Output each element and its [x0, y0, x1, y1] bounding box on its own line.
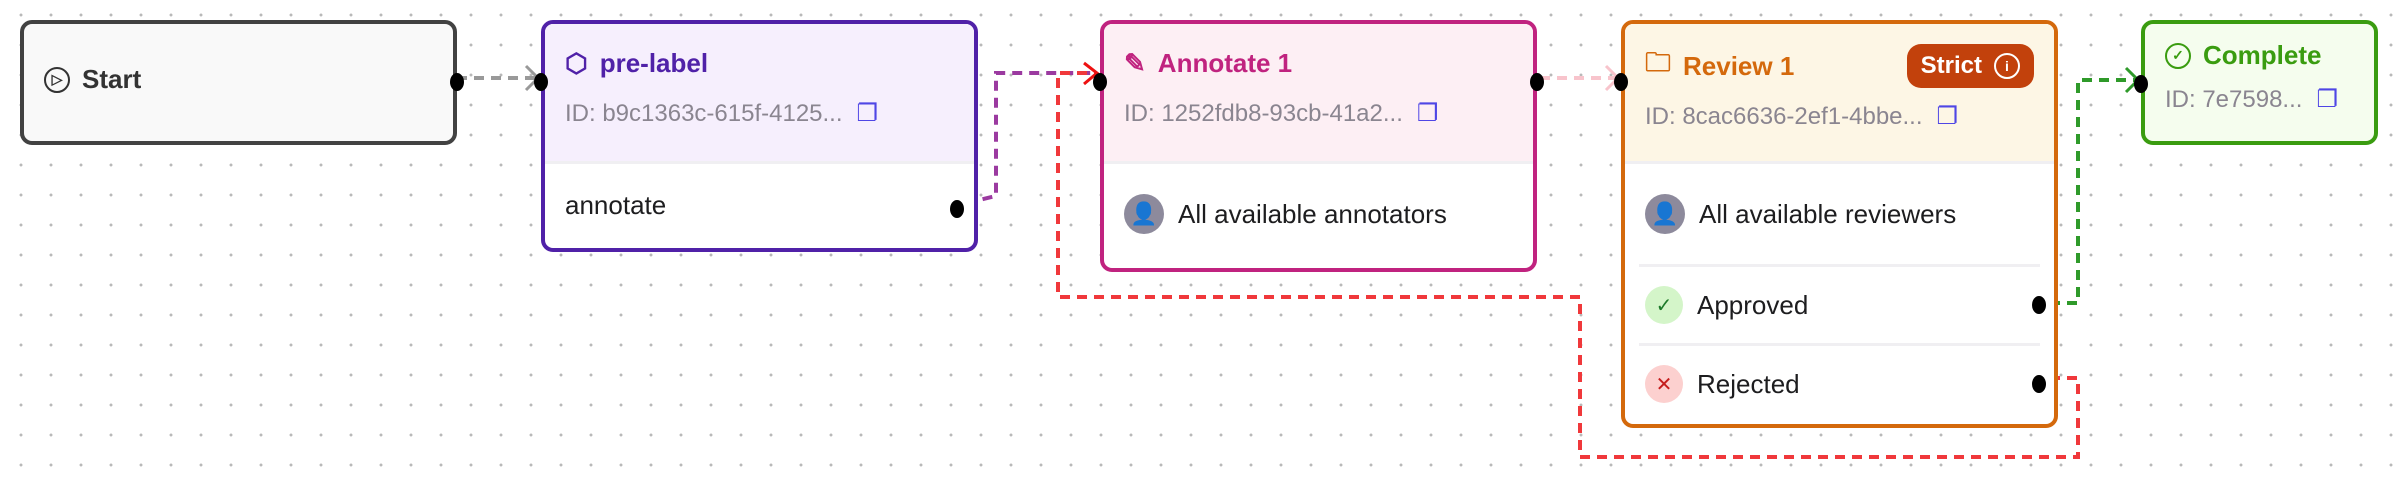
badge-label: Strict	[1920, 52, 1982, 79]
node-id: ID: b9c1363c-615f-4125...	[565, 99, 843, 127]
x-circle-icon: ✕	[1645, 365, 1683, 403]
input-handle[interactable]	[534, 73, 548, 91]
copy-icon[interactable]: ❐	[2316, 85, 2338, 114]
output-handle-approved[interactable]	[2032, 296, 2046, 314]
input-handle[interactable]	[2134, 75, 2148, 93]
copy-icon[interactable]: ❐	[1417, 99, 1439, 128]
assignee-label: All available annotators	[1178, 198, 1447, 229]
node-title: Complete	[2203, 40, 2322, 70]
node-title: Annotate 1	[1157, 48, 1293, 78]
copy-icon[interactable]: ❐	[857, 99, 879, 128]
folder-icon: 🗀	[1645, 47, 1672, 77]
node-title: Review 1	[1683, 50, 1795, 81]
input-handle[interactable]	[1093, 73, 1107, 91]
users-icon: 👤	[1645, 194, 1685, 234]
edge-approved-complete	[2050, 78, 2137, 305]
output-handle[interactable]	[450, 73, 464, 91]
play-circle-icon: ▷	[44, 66, 70, 93]
cube-icon: ⬡	[565, 48, 588, 78]
node-id: ID: 7e7598...	[2165, 85, 2303, 113]
output-handle-rejected[interactable]	[2032, 375, 2046, 393]
prelabel-node[interactable]: ⬡ pre-label ID: b9c1363c-615f-4125... ❐ an…	[534, 20, 978, 252]
edit-icon: ✎	[1124, 48, 1146, 78]
approved-label: Approved	[1697, 289, 1809, 320]
complete-node[interactable]: ✓ Complete ID: 7e7598... ❐	[2134, 20, 2378, 145]
check-circle-icon: ✓	[2165, 42, 2191, 69]
node-id: ID: 8cac6636-2ef1-4bbe...	[1645, 102, 1923, 130]
review-node[interactable]: 🗀 Review 1 Strict i ID: 8cac6636-2ef1-4bbe…	[1614, 20, 2058, 428]
input-handle[interactable]	[1614, 73, 1628, 91]
node-title: pre-label	[599, 48, 709, 78]
output-label: annotate	[565, 189, 667, 220]
check-circle-icon: ✓	[1645, 286, 1683, 324]
assignee-label: All available reviewers	[1699, 198, 1957, 229]
output-handle-annotate[interactable]	[950, 200, 964, 218]
strict-badge[interactable]: Strict i	[1906, 44, 2034, 88]
annotate-node[interactable]: ✎ Annotate 1 ID: 1252fdb8-93cb-41a2... ❐ 👤…	[1093, 20, 1544, 272]
node-title: Start	[82, 64, 142, 94]
copy-icon[interactable]: ❐	[1937, 102, 1959, 131]
rejected-label: Rejected	[1697, 368, 1800, 399]
start-node[interactable]: ▷ Start	[20, 20, 464, 145]
info-icon: i	[1994, 53, 2020, 79]
output-handle[interactable]	[1530, 73, 1544, 91]
edge-prelabel-annotate	[965, 71, 1096, 205]
users-icon: 👤	[1124, 194, 1164, 234]
node-id: ID: 1252fdb8-93cb-41a2...	[1124, 99, 1403, 127]
